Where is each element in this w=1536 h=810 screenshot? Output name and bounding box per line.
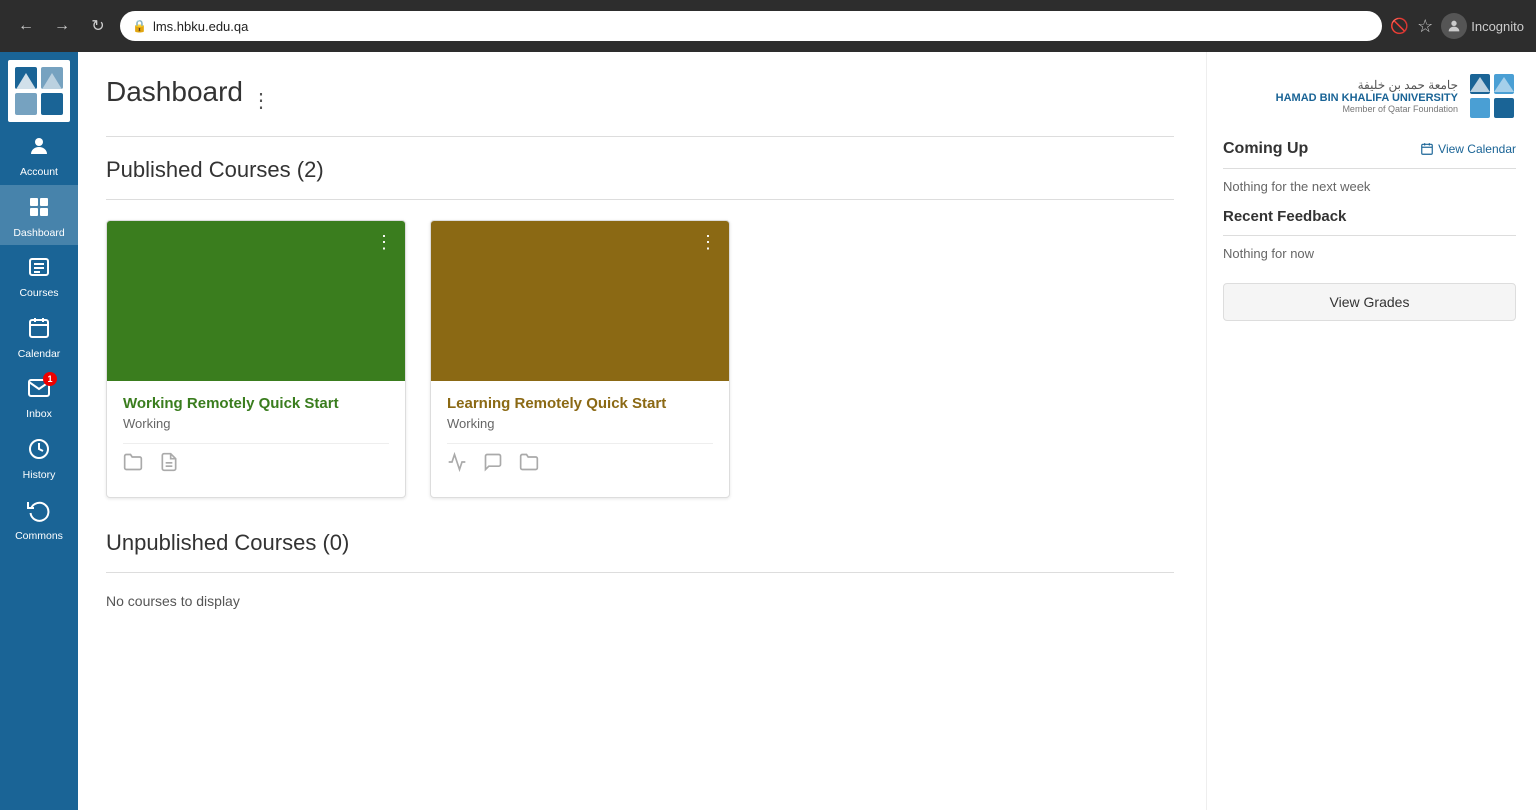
account-icon bbox=[27, 134, 51, 162]
university-logo: جامعة حمد بن خليفة HAMAD BIN KHALIFA UNI… bbox=[1223, 72, 1516, 120]
view-calendar-button[interactable]: View Calendar bbox=[1420, 142, 1516, 156]
university-name-english: HAMAD BIN KHALIFA UNIVERSITY bbox=[1276, 92, 1458, 104]
refresh-button[interactable]: ↻ bbox=[84, 12, 112, 40]
sidebar-item-dashboard-label: Dashboard bbox=[13, 227, 64, 240]
back-button[interactable]: ← bbox=[12, 12, 40, 40]
course-card-1-files-icon[interactable] bbox=[123, 452, 143, 477]
recent-feedback-empty: Nothing for now bbox=[1223, 246, 1516, 261]
course-card-2-header: ⋮ bbox=[431, 221, 729, 381]
course-card-2-body: Learning Remotely Quick Start Working bbox=[431, 381, 729, 497]
unpublished-section-title: Unpublished Courses (0) bbox=[106, 530, 1174, 556]
incognito-button[interactable]: Incognito bbox=[1441, 13, 1524, 39]
university-name-arabic: جامعة حمد بن خليفة bbox=[1276, 78, 1458, 92]
coming-up-title: Coming Up bbox=[1223, 140, 1308, 158]
course-card-2-menu[interactable]: ⋮ bbox=[699, 233, 717, 251]
history-icon bbox=[27, 437, 51, 465]
course-card-1-status: Working bbox=[123, 416, 389, 431]
dashboard-icon bbox=[27, 195, 51, 223]
sidebar-item-courses[interactable]: Courses bbox=[0, 245, 78, 306]
published-divider bbox=[106, 199, 1174, 200]
sidebar-item-commons[interactable]: Commons bbox=[0, 488, 78, 549]
title-divider bbox=[106, 136, 1174, 137]
sidebar-item-calendar[interactable]: Calendar bbox=[0, 306, 78, 367]
page-menu-button[interactable]: ⋮ bbox=[251, 88, 271, 113]
commons-icon bbox=[27, 498, 51, 526]
course-card-2-announcements-icon[interactable] bbox=[447, 452, 467, 477]
coming-up-empty: Nothing for the next week bbox=[1223, 179, 1516, 194]
sidebar-item-account[interactable]: Account bbox=[0, 124, 78, 185]
course-card-1-assignments-icon[interactable] bbox=[159, 452, 179, 477]
unpublished-divider bbox=[106, 572, 1174, 573]
sidebar-item-commons-label: Commons bbox=[15, 530, 63, 543]
course-card-2-files-icon[interactable] bbox=[519, 452, 539, 477]
sidebar-item-history[interactable]: History bbox=[0, 427, 78, 488]
forward-button[interactable]: → bbox=[48, 12, 76, 40]
course-card-1[interactable]: ⋮ Working Remotely Quick Start Working bbox=[106, 220, 406, 498]
star-icon[interactable]: ☆ bbox=[1417, 16, 1433, 37]
university-logo-icon bbox=[1468, 72, 1516, 120]
incognito-label: Incognito bbox=[1471, 19, 1524, 34]
course-card-1-body: Working Remotely Quick Start Working bbox=[107, 381, 405, 497]
page-title: Dashboard bbox=[106, 76, 243, 108]
browser-action-icons: 🚫 ☆ bbox=[1390, 16, 1433, 37]
inbox-badge: 1 bbox=[43, 372, 57, 386]
course-card-2[interactable]: ⋮ Learning Remotely Quick Start Working bbox=[430, 220, 730, 498]
sidebar-item-inbox[interactable]: 1 Inbox bbox=[0, 366, 78, 427]
calendar-icon bbox=[27, 316, 51, 344]
course-card-1-header: ⋮ bbox=[107, 221, 405, 381]
sidebar-item-inbox-label: Inbox bbox=[26, 408, 52, 421]
recent-feedback-title: Recent Feedback bbox=[1223, 208, 1516, 225]
courses-grid: ⋮ Working Remotely Quick Start Working bbox=[106, 220, 1174, 498]
university-text: جامعة حمد بن خليفة HAMAD BIN KHALIFA UNI… bbox=[1276, 78, 1458, 114]
feedback-divider bbox=[1223, 235, 1516, 236]
course-card-1-menu[interactable]: ⋮ bbox=[375, 233, 393, 251]
sidebar-item-history-label: History bbox=[23, 469, 56, 482]
published-section-title: Published Courses (2) bbox=[106, 157, 1174, 183]
course-card-1-actions bbox=[123, 443, 389, 489]
view-calendar-label: View Calendar bbox=[1438, 142, 1516, 156]
browser-chrome: ← → ↻ 🔒 lms.hbku.edu.qa 🚫 ☆ Incognito bbox=[0, 0, 1536, 52]
course-card-1-name[interactable]: Working Remotely Quick Start bbox=[123, 395, 389, 412]
sidebar-item-calendar-label: Calendar bbox=[18, 348, 61, 361]
courses-icon bbox=[27, 255, 51, 283]
sidebar-item-account-label: Account bbox=[20, 166, 58, 179]
view-grades-button[interactable]: View Grades bbox=[1223, 283, 1516, 321]
course-card-2-name[interactable]: Learning Remotely Quick Start bbox=[447, 395, 713, 412]
lock-icon: 🔒 bbox=[132, 19, 147, 33]
coming-up-header: Coming Up View Calendar bbox=[1223, 140, 1516, 158]
sidebar-item-dashboard[interactable]: Dashboard bbox=[0, 185, 78, 246]
university-subtitle: Member of Qatar Foundation bbox=[1276, 104, 1458, 114]
sidebar: Account Dashboard Courses Calendar bbox=[0, 52, 78, 810]
url-text: lms.hbku.edu.qa bbox=[153, 19, 248, 34]
course-card-2-actions bbox=[447, 443, 713, 489]
sidebar-item-courses-label: Courses bbox=[19, 287, 58, 300]
inbox-badge-wrapper: 1 bbox=[27, 376, 51, 404]
coming-up-divider bbox=[1223, 168, 1516, 169]
sidebar-logo bbox=[8, 60, 70, 122]
address-bar[interactable]: 🔒 lms.hbku.edu.qa bbox=[120, 11, 1382, 41]
main-content: Dashboard ⋮ Published Courses (2) ⋮ Work… bbox=[78, 52, 1206, 810]
app-container: Account Dashboard Courses Calendar bbox=[0, 52, 1536, 810]
incognito-avatar bbox=[1441, 13, 1467, 39]
no-camera-icon: 🚫 bbox=[1390, 17, 1409, 35]
no-courses-text: No courses to display bbox=[106, 593, 1174, 609]
course-card-2-discussions-icon[interactable] bbox=[483, 452, 503, 477]
course-card-2-status: Working bbox=[447, 416, 713, 431]
right-panel: جامعة حمد بن خليفة HAMAD BIN KHALIFA UNI… bbox=[1206, 52, 1536, 810]
